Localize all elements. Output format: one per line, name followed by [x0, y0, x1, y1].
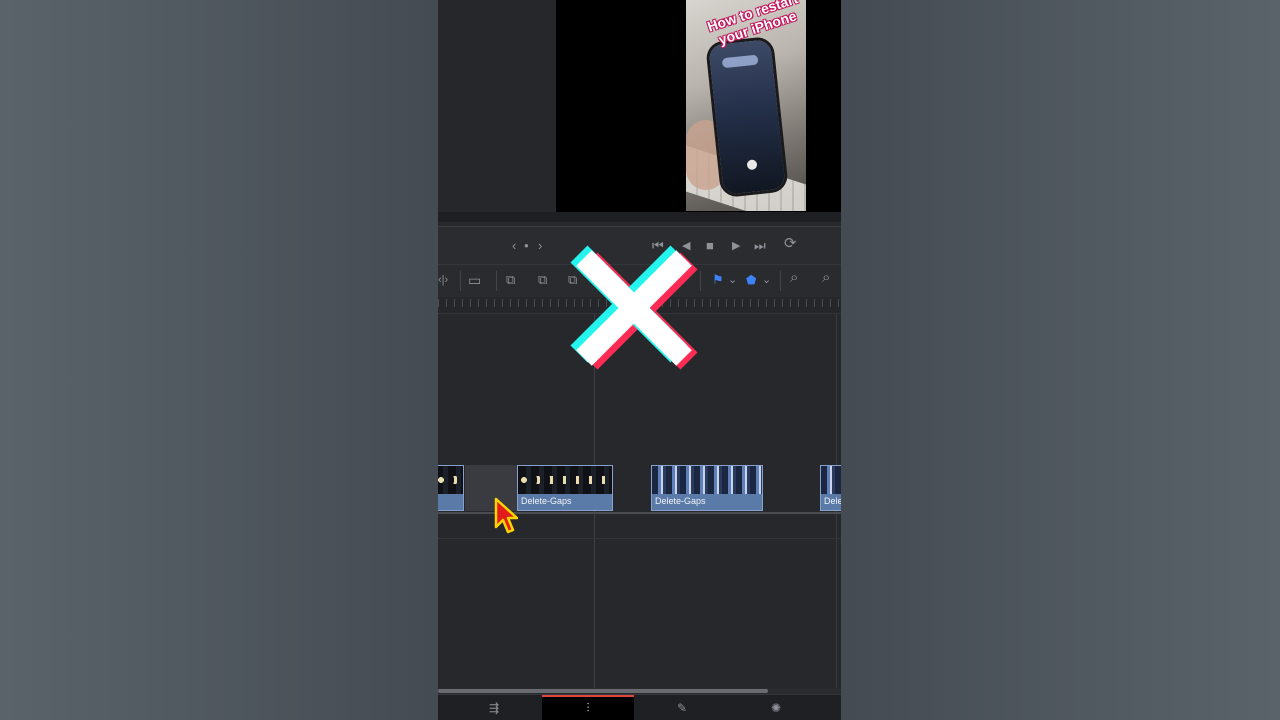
marker-icon[interactable]: ⬟: [746, 272, 756, 288]
toolbar-separator: [460, 271, 461, 291]
overwrite-clip-icon[interactable]: ⧉: [538, 272, 547, 288]
cut-page-icon: ⇶: [488, 701, 500, 715]
clip-thumbnails: [518, 466, 612, 494]
deliver-page-icon: ✺: [770, 701, 782, 715]
page-tab-edit[interactable]: ⫶: [542, 695, 634, 720]
toolbar-separator: [780, 271, 781, 291]
panel-divider[interactable]: [438, 212, 841, 222]
close-x-overlay-icon: [570, 245, 698, 370]
viewer-side-panel: [438, 0, 556, 212]
flag-icon[interactable]: ⚑: [712, 272, 724, 288]
scrollbar-thumb[interactable]: [438, 689, 768, 693]
skip-forward-icon[interactable]: ⏭: [754, 237, 766, 255]
clip-thumbnails: [438, 466, 463, 494]
loop-icon[interactable]: ⟳: [784, 235, 797, 253]
timeline-clip[interactable]: [438, 465, 464, 511]
blurred-background-right: [841, 0, 1280, 720]
track-divider: [438, 538, 841, 539]
color-page-icon: ✎: [676, 701, 688, 715]
marker-dropdown-chevron-icon[interactable]: ⌄: [762, 272, 771, 288]
blade-tool-icon[interactable]: ▭: [468, 272, 481, 288]
viewer-panel: How to restart your iPhone: [438, 0, 841, 212]
timeline-clip[interactable]: Dele: [820, 465, 841, 511]
timeline-clip[interactable]: Delete-Gaps: [651, 465, 763, 511]
page-tab-cut[interactable]: ⇶: [448, 695, 540, 720]
insert-clip-icon[interactable]: ⧉: [506, 272, 515, 288]
flag-dropdown-chevron-icon[interactable]: ⌄: [728, 272, 737, 288]
zoom-full-icon[interactable]: ⌕: [790, 270, 798, 286]
clip-label: Dele: [824, 496, 841, 506]
nav-dot-icon[interactable]: ●: [524, 237, 529, 255]
video-preview-frame: How to restart your iPhone: [686, 0, 806, 211]
prev-nav-icon[interactable]: ‹: [512, 237, 516, 255]
clip-thumbnails: [652, 466, 762, 494]
play-icon[interactable]: ▶: [732, 237, 740, 255]
clip-label: Delete-Gaps: [521, 496, 572, 506]
phone-button: [746, 159, 758, 171]
page-tab-color[interactable]: ✎: [636, 695, 728, 720]
clip-label: Delete-Gaps: [655, 496, 706, 506]
edit-page-icon: ⫶: [586, 701, 590, 715]
trim-tool-icon[interactable]: ‹|›: [438, 272, 448, 288]
blurred-background-left: [0, 0, 438, 720]
stop-icon[interactable]: ■: [706, 237, 714, 255]
timeline-clip[interactable]: Delete-Gaps: [517, 465, 613, 511]
page-navigation-bar: ⇶ ⫶ ✎ ✺: [438, 694, 841, 720]
mouse-pointer-icon: [494, 497, 518, 534]
clip-thumbnails: [821, 466, 841, 494]
phone-notification: [721, 54, 759, 69]
toolbar-separator: [496, 271, 497, 291]
page-tab-deliver[interactable]: ✺: [730, 695, 822, 720]
next-nav-icon[interactable]: ›: [538, 237, 542, 255]
zoom-detail-icon[interactable]: ⌕: [822, 270, 830, 286]
